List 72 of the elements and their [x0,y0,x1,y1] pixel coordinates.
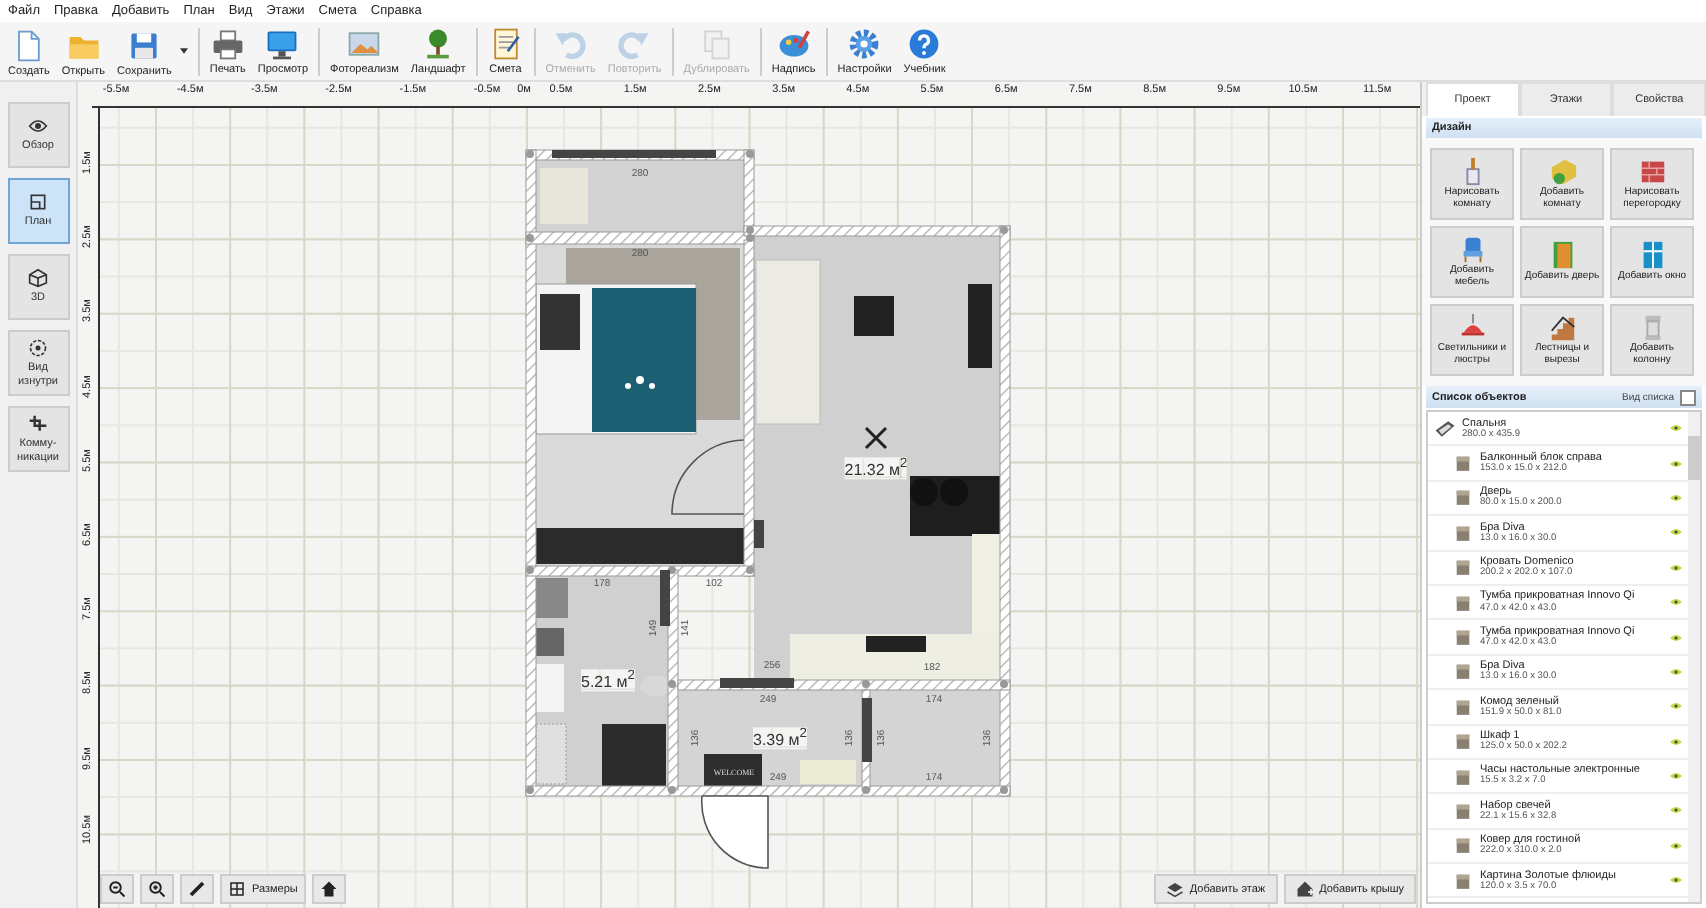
door-drawing [671,439,745,515]
bench-drawing [800,760,856,784]
floor-icon [1165,880,1184,898]
furniture-icon [1452,521,1474,544]
eye-icon[interactable] [1670,772,1682,781]
grid-icon [228,880,246,898]
table-drawing [854,296,894,336]
furniture-icon [1452,695,1474,718]
eye-icon[interactable] [1670,493,1682,502]
palette-icon [775,26,812,62]
cabinet-drawing [540,168,588,224]
door-drawing [700,795,769,869]
furniture-icon [1452,799,1474,822]
window-drawing [754,520,764,548]
bricks-icon [1637,156,1667,187]
furniture-icon [1452,834,1474,857]
zoom-in-icon [148,880,166,898]
eye-icon[interactable] [1670,528,1682,537]
room-floor [870,690,1000,786]
eye-icon[interactable] [1670,598,1682,607]
stove-drawing [602,724,666,786]
furniture-icon [1452,452,1474,475]
ruler-icon [188,880,206,898]
caret-icon [179,48,188,54]
plan-icon [28,192,48,213]
furniture-icon [1452,556,1474,579]
canvas-tool-button[interactable] [311,874,346,904]
furniture-icon [1452,869,1474,892]
zoom-out-icon [108,880,126,898]
eye-icon[interactable] [1670,424,1682,433]
ceiling-fan-drawing [864,426,888,450]
bathroom-fixtures-drawing [536,578,672,712]
photo-icon [346,26,383,62]
canvas-tool-button[interactable] [140,874,174,904]
cube-icon [28,268,48,289]
furniture-icon [1452,626,1474,649]
door-mat-drawing [704,754,762,786]
eye-icon[interactable] [1670,841,1682,850]
roof-icon [1295,880,1314,898]
eye-icon[interactable] [1670,667,1682,676]
eye-icon[interactable] [1670,737,1682,746]
cabinet-drawing [968,284,992,368]
home-icon [319,880,338,898]
eye-icon[interactable] [1670,702,1682,711]
window-drawing [862,698,872,762]
eye-icon[interactable] [1670,876,1682,885]
plan-label: 3.39 м$^{2}$ [753,727,807,749]
furniture-icon [1452,765,1474,788]
scrollbar[interactable] [1688,412,1700,902]
copy-icon [698,26,735,62]
window-drawing [720,678,794,688]
furniture-icon [1452,660,1474,683]
furniture-icon [1452,486,1474,509]
plan-label: 21.32 м$^{2}$ [844,457,908,479]
pipes-icon [28,413,48,434]
eye-icon[interactable] [1670,633,1682,642]
furniture-icon [1452,730,1474,753]
canvas-tool-button[interactable] [180,874,214,904]
plan-label: 5.21 м$^{2}$ [581,669,635,691]
stairs-icon [1547,312,1577,343]
list-view-checkbox[interactable] [1680,389,1696,405]
furniture-icon [1452,591,1474,614]
eye-icon [28,116,48,137]
stairs-drawing [535,723,567,785]
window-drawing [660,570,670,626]
undo-icon [552,26,589,62]
monitor-icon [264,26,301,62]
eye-icon[interactable] [1670,459,1682,468]
redo-icon [616,26,653,62]
eye-icon[interactable] [1670,806,1682,815]
eye-icon[interactable] [1670,563,1682,572]
canvas-tool-button[interactable] [100,874,134,904]
